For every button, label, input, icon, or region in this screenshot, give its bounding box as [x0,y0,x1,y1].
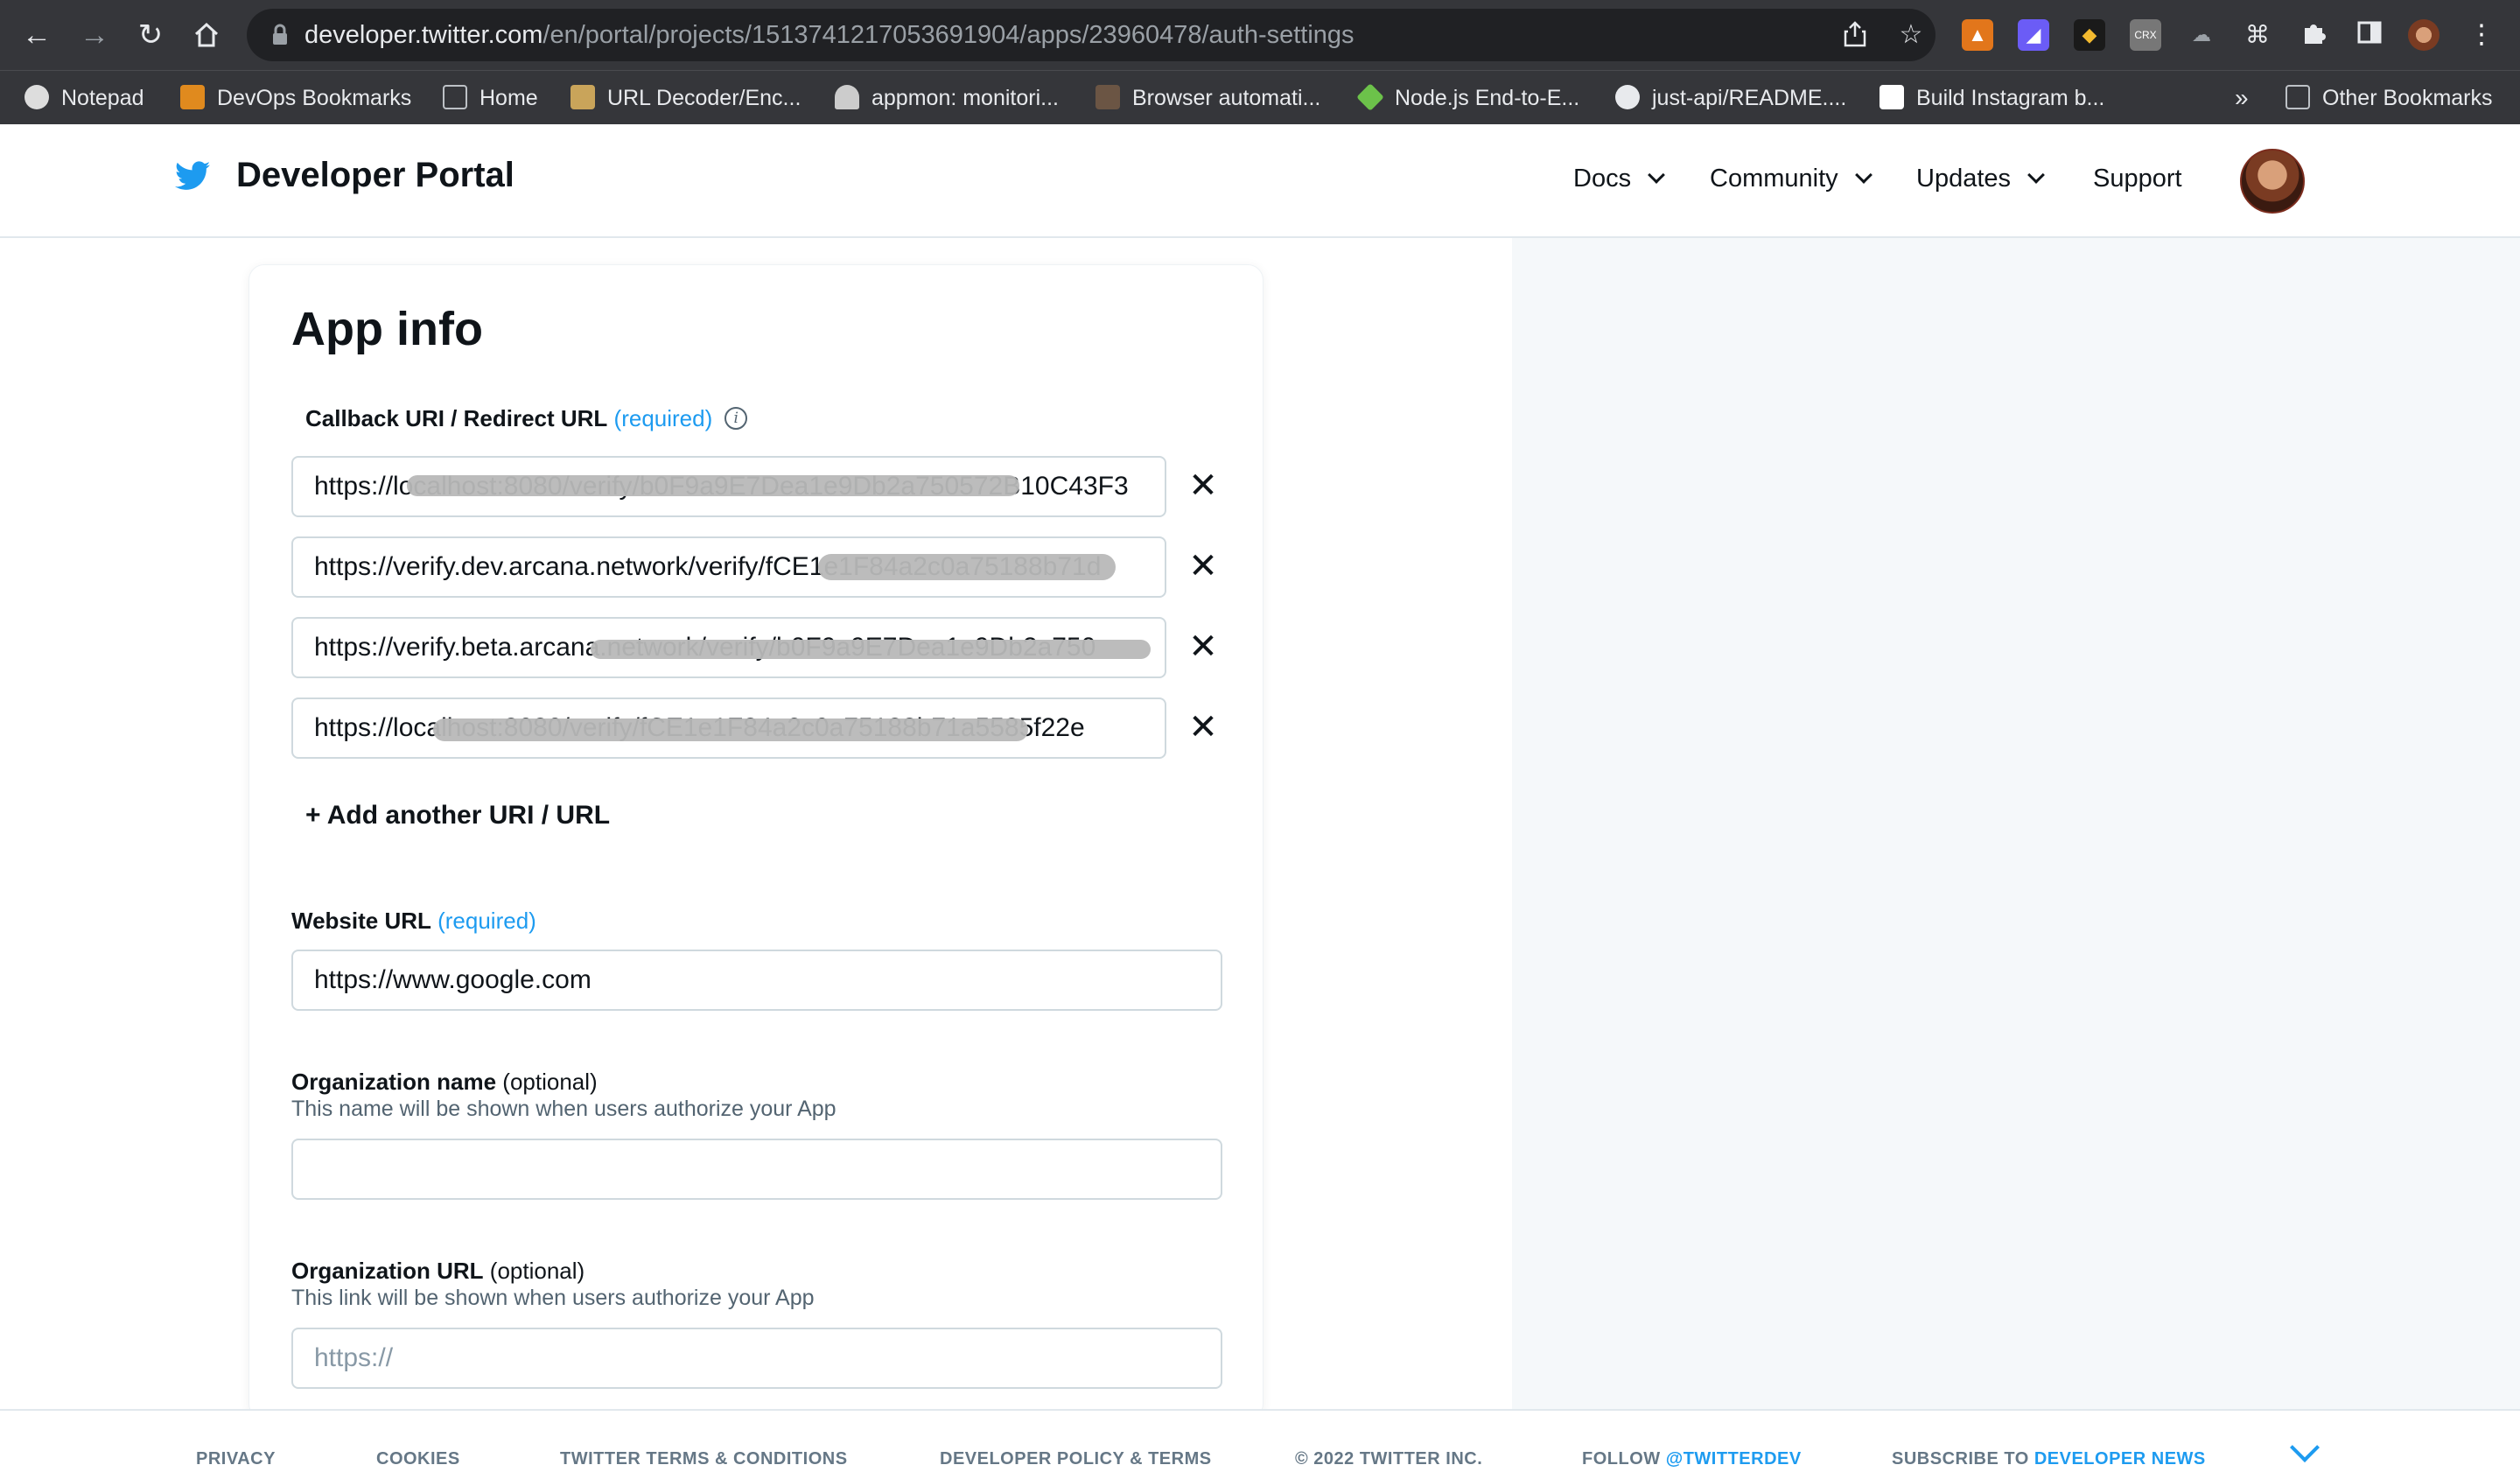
share-icon[interactable] [1841,21,1869,49]
github-icon [1615,85,1640,110]
site-header: Developer Portal Docs Community Updates … [0,124,2520,238]
back-arrow-icon[interactable]: ← [19,18,54,53]
nodejs-icon [1356,83,1384,112]
address-bar[interactable]: developer.twitter.com/en/portal/projects… [247,9,1936,61]
profile-avatar-icon[interactable] [2408,19,2440,51]
bookmark-other[interactable]: Other Bookmarks [2286,71,2493,125]
callback-uri-input-4[interactable]: https://localhost:8080/verify/fCE1e1F84a… [291,697,1166,759]
extension-wedge-icon[interactable]: ◢ [2018,19,2049,51]
org-url-input[interactable]: https:// [291,1328,1222,1389]
puzzle-icon[interactable] [2298,19,2329,51]
site-footer: PRIVACY COOKIES TWITTER TERMS & CONDITIO… [0,1409,2520,1472]
page-title: App info [291,303,483,355]
nav-docs[interactable]: Docs [1573,165,1665,193]
info-icon[interactable]: i [724,407,748,431]
twitter-bird-icon[interactable] [175,161,210,191]
bookmarks-bar: Notepad DevOps Bookmarks Home URL Decode… [0,70,2520,124]
close-icon[interactable]: ✕ [1187,629,1219,664]
org-url-help: This link will be shown when users autho… [291,1286,815,1310]
nav-community[interactable]: Community [1710,165,1872,193]
star-folder-icon [180,85,205,110]
browser-toolbar: ← → ↻ developer.twitter.com/en/portal/pr… [0,0,2520,70]
redaction-scribble [433,718,1028,741]
folder-icon [2286,85,2310,110]
menu-kebab-icon[interactable]: ⋮ [2466,19,2497,51]
notepad-icon [24,85,49,110]
home-icon[interactable] [189,18,224,53]
org-name-input[interactable] [291,1139,1222,1200]
callback-uri-input-2[interactable]: https://verify.dev.arcana.network/verify… [291,536,1166,598]
footer-terms-link[interactable]: TWITTER TERMS & CONDITIONS [560,1449,848,1469]
lock-icon [273,24,287,45]
bookmark-just-api[interactable]: just-api/README.... [1615,71,1846,125]
portal-title[interactable]: Developer Portal [236,156,514,195]
redaction-scribble [818,554,1116,580]
bookmark-nodejs[interactable]: Node.js End-to-E... [1356,71,1579,125]
bookmark-url-decoder[interactable]: URL Decoder/Enc... [570,71,801,125]
avatar[interactable] [2240,149,2305,214]
footer-copyright: © 2022 TWITTER INC. [1295,1449,1483,1468]
nav-updates[interactable]: Updates [1916,165,2045,193]
footer-privacy-link[interactable]: PRIVACY [196,1449,276,1469]
command-icon[interactable]: ⌘ [2242,19,2273,51]
url-decoder-icon [570,85,595,110]
more-bookmarks-chevron[interactable]: » [2235,71,2249,125]
bookmark-home[interactable]: Home [443,71,538,125]
org-url-placeholder: https:// [314,1343,394,1372]
extension-cloud-icon[interactable]: ☁ [2186,19,2217,51]
website-url-input[interactable]: https://www.google.com [291,950,1222,1011]
chevron-down-icon [1648,166,1665,184]
bookmark-notepad[interactable]: Notepad [24,71,144,125]
bookmark-appmon[interactable]: appmon: monitori... [835,71,1059,125]
close-icon[interactable]: ✕ [1187,549,1219,584]
forward-arrow-icon[interactable]: → [77,18,112,53]
callback-uri-input-1[interactable]: https://localhost:8080/verify/b0F9a9E7De… [291,456,1166,517]
org-url-label: Organization URL (optional) [291,1258,585,1284]
org-name-help: This name will be shown when users autho… [291,1097,836,1121]
callback-uri-label: Callback URI / Redirect URL (required) i [305,405,748,432]
footer-subscribe[interactable]: SUBSCRIBE TO DEVELOPER NEWS [1892,1449,2206,1469]
website-url-label: Website URL (required) [291,908,536,934]
crx-icon[interactable]: CRX [2130,19,2161,51]
browser-automation-icon [1096,85,1120,110]
callback-uri-input-3[interactable]: https://verify.beta.arcana.network/verif… [291,617,1166,678]
footer-cookies-link[interactable]: COOKIES [376,1449,460,1469]
chevron-down-icon[interactable] [2290,1433,2320,1462]
metamask-icon[interactable]: ▲ [1962,19,1993,51]
bookmark-devops[interactable]: DevOps Bookmarks [180,71,411,125]
close-icon[interactable]: ✕ [1187,710,1219,745]
medium-icon [1880,85,1904,110]
bookmark-instagram[interactable]: Build Instagram b... [1880,71,2104,125]
nav-support[interactable]: Support [2093,165,2182,193]
sidepanel-icon[interactable] [2354,19,2385,51]
url-text: developer.twitter.com/en/portal/projects… [304,21,1354,49]
reload-icon[interactable]: ↻ [133,18,168,53]
app-info-card: App info Callback URI / Redirect URL (re… [248,264,1264,1419]
bookmark-browser-automation[interactable]: Browser automati... [1096,71,1320,125]
org-name-label: Organization name (optional) [291,1069,598,1095]
close-icon[interactable]: ✕ [1187,468,1219,503]
redaction-scribble [407,475,1019,496]
bookmark-star-icon[interactable]: ☆ [1897,21,1925,49]
side-panel [1512,238,2520,1409]
folder-icon [443,85,467,110]
chevron-down-icon [1854,166,1872,184]
footer-policy-link[interactable]: DEVELOPER POLICY & TERMS [940,1449,1212,1469]
footer-follow[interactable]: FOLLOW @TWITTERDEV [1582,1449,1802,1469]
binance-icon[interactable]: ◆ [2074,19,2105,51]
redaction-scribble [591,640,1151,659]
add-uri-button[interactable]: + Add another URI / URL [305,801,610,831]
chevron-down-icon [2027,166,2045,184]
hat-icon [835,85,859,110]
